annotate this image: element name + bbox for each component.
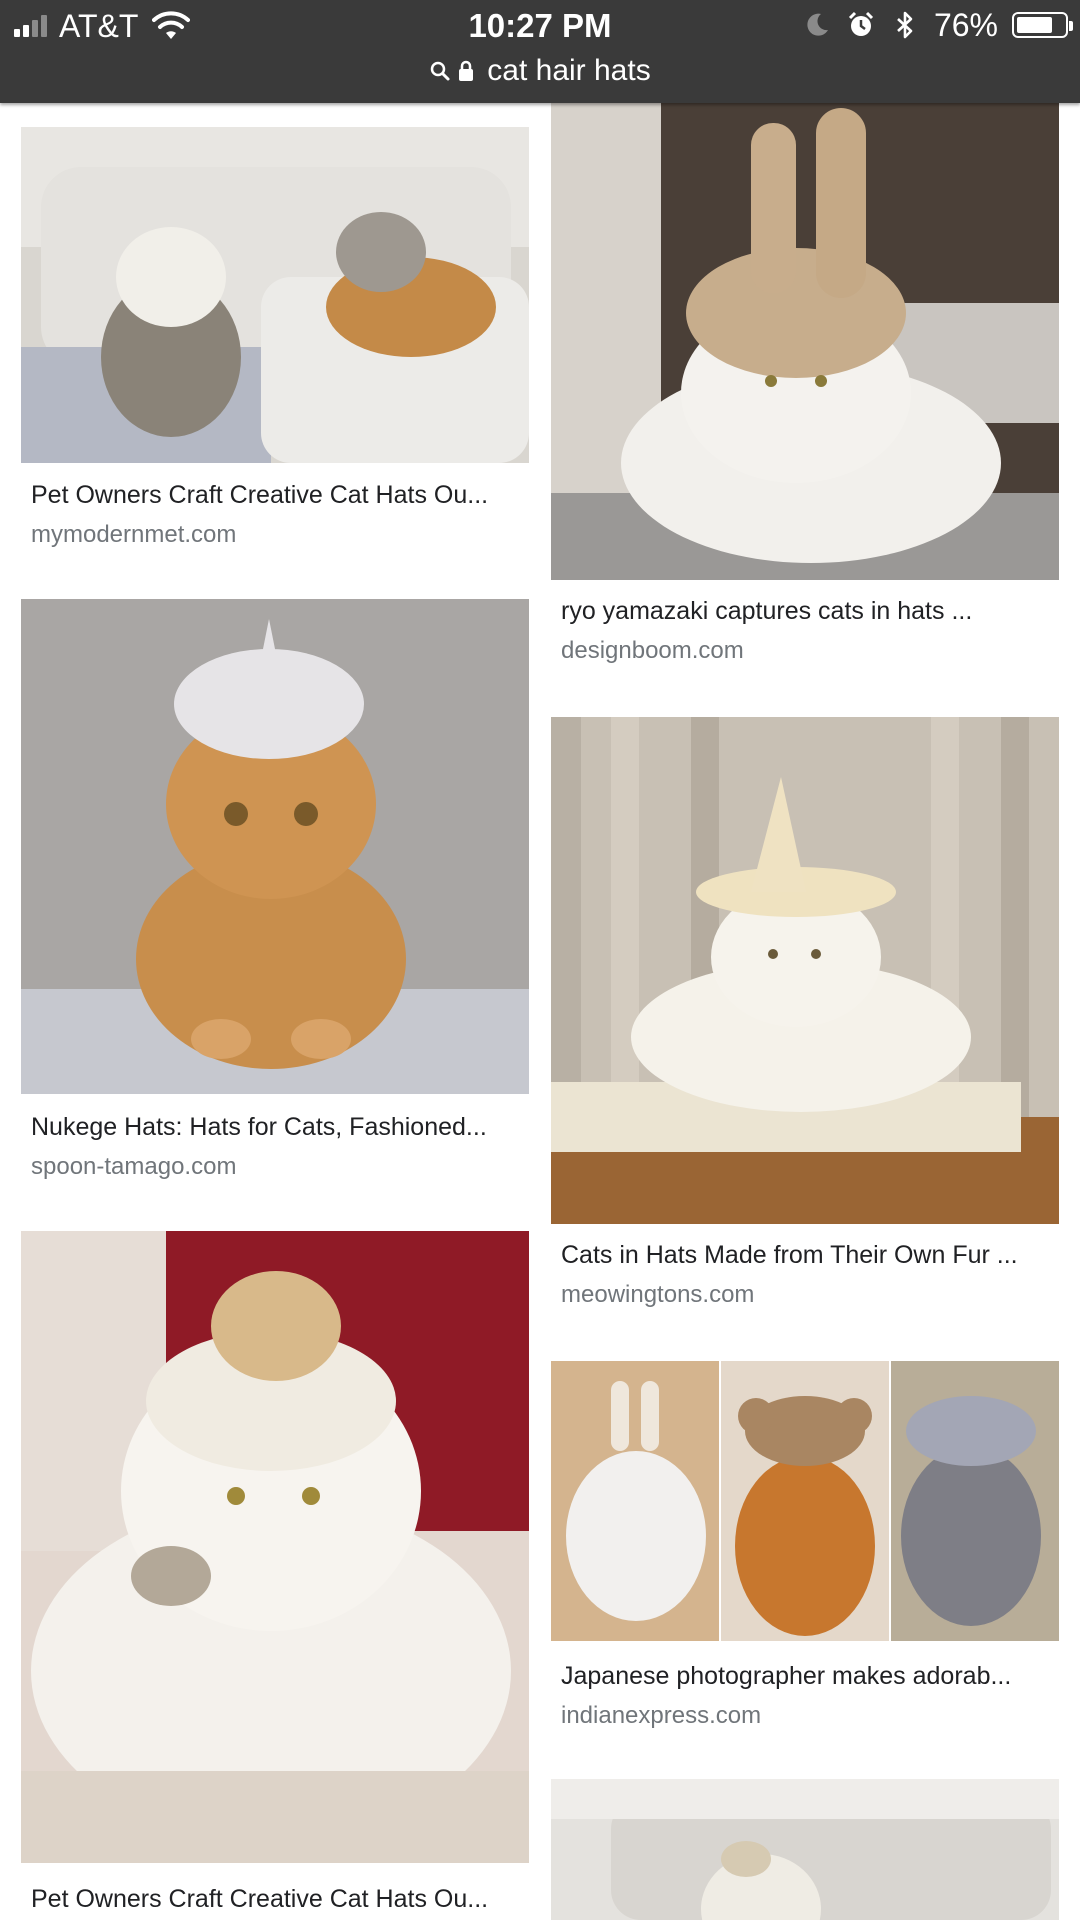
- result-thumbnail[interactable]: [551, 1361, 1059, 1641]
- cat-on-sofa-partial-image: [551, 1779, 1059, 1920]
- result-title[interactable]: Pet Owners Craft Creative Cat Hats Ou...: [31, 1883, 526, 1915]
- battery-icon: [1012, 12, 1073, 38]
- three-cats-collage-image: [551, 1361, 1059, 1641]
- result-title[interactable]: Cats in Hats Made from Their Own Fur ...: [561, 1239, 1056, 1271]
- cat-with-wizard-hat-image: [551, 717, 1059, 1224]
- result-thumbnail[interactable]: [551, 1779, 1059, 1920]
- image-result-card[interactable]: Japanese photographer makes adorab... in…: [551, 1361, 1059, 1751]
- image-result-card[interactable]: ryo yamazaki captures cats in hats ... d…: [551, 103, 1059, 683]
- result-domain: meowingtons.com: [561, 1281, 755, 1308]
- result-domain: mymodernmet.com: [31, 521, 237, 548]
- result-thumbnail[interactable]: [551, 103, 1059, 580]
- battery-level-fill: [1017, 17, 1052, 33]
- result-thumbnail[interactable]: [21, 127, 529, 463]
- result-title[interactable]: Japanese photographer makes adorab...: [561, 1660, 1056, 1692]
- browser-top-bar: AT&T 10:27 PM 76% cat hair hats: [0, 0, 1080, 103]
- result-thumbnail[interactable]: [21, 599, 529, 1094]
- address-bar[interactable]: cat hair hats: [0, 50, 1080, 92]
- result-title[interactable]: Nukege Hats: Hats for Cats, Fashioned...: [31, 1111, 526, 1143]
- result-domain: designboom.com: [561, 637, 744, 664]
- result-domain: indianexpress.com: [561, 1702, 762, 1729]
- image-result-card[interactable]: Pet Owners Craft Creative Cat Hats Ou...…: [21, 127, 529, 567]
- result-title[interactable]: ryo yamazaki captures cats in hats ...: [561, 595, 1056, 627]
- result-thumbnail[interactable]: [551, 717, 1059, 1224]
- image-result-card[interactable]: Pet Owners Craft Creative Cat Hats Ou...: [21, 1231, 529, 1920]
- address-bar-text: cat hair hats: [487, 54, 651, 87]
- result-title[interactable]: Pet Owners Craft Creative Cat Hats Ou...: [31, 479, 526, 511]
- moon-icon: [807, 13, 828, 36]
- cats-on-sofa-image: [21, 127, 529, 463]
- cat-with-bunny-ears-hat-image: [551, 103, 1059, 580]
- image-result-card[interactable]: Nukege Hats: Hats for Cats, Fashioned...…: [21, 599, 529, 1199]
- orange-cat-image: [21, 599, 529, 1094]
- search-icon: [431, 61, 450, 81]
- lock-icon: [459, 60, 474, 81]
- image-result-card[interactable]: [551, 1779, 1059, 1920]
- result-thumbnail[interactable]: [21, 1231, 529, 1863]
- bluetooth-icon: [897, 11, 913, 39]
- battery-percent: 76%: [933, 7, 998, 43]
- alarm-icon: [848, 11, 874, 36]
- result-domain: spoon-tamago.com: [31, 1153, 237, 1180]
- image-result-card[interactable]: Cats in Hats Made from Their Own Fur ...…: [551, 717, 1059, 1317]
- status-right: 76%: [802, 7, 1073, 43]
- white-cat-with-crown-image: [21, 1231, 529, 1863]
- status-bar: AT&T 10:27 PM 76%: [0, 0, 1080, 52]
